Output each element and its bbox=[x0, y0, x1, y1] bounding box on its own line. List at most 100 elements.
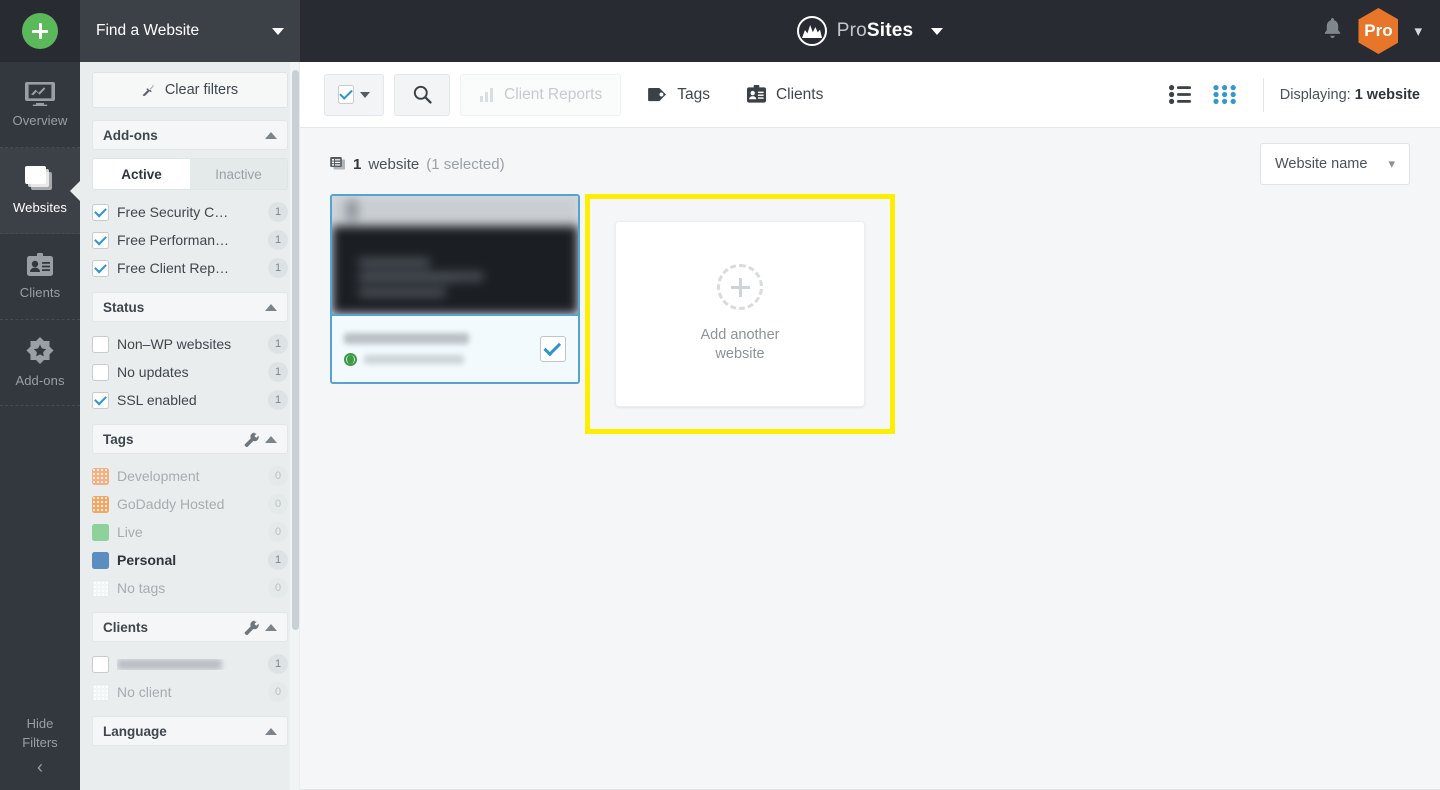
search-button[interactable] bbox=[394, 73, 450, 116]
list-view-icon bbox=[1168, 85, 1191, 104]
filter-item-tag-live[interactable]: Live 0 bbox=[92, 518, 288, 546]
section-title: Language bbox=[103, 723, 167, 739]
filter-item-no-client[interactable]: No client 0 bbox=[92, 678, 288, 706]
tag-color-swatch bbox=[92, 523, 109, 541]
addons-active-inactive-toggle: Active Inactive bbox=[92, 158, 288, 190]
clear-filters-label: Clear filters bbox=[164, 82, 239, 98]
filter-panel: Find a Website Clear filters Add-ons Act… bbox=[80, 0, 300, 790]
filter-item-label: SSL enabled bbox=[117, 392, 197, 408]
sidebar-item-websites[interactable]: Websites bbox=[0, 148, 80, 234]
filter-item-non-wp[interactable]: Non–WP websites 1 bbox=[92, 330, 288, 358]
checkbox-checked-icon[interactable] bbox=[92, 259, 109, 277]
filter-item-free-performance[interactable]: Free Performan… 1 bbox=[92, 226, 288, 254]
plus-icon bbox=[32, 23, 48, 39]
filter-item-client-redacted[interactable]: 1 bbox=[92, 650, 288, 678]
addons-toggle-inactive[interactable]: Inactive bbox=[190, 159, 287, 189]
add-new-button[interactable] bbox=[22, 13, 58, 49]
addons-toggle-active[interactable]: Active bbox=[93, 159, 190, 189]
caret-down-icon[interactable] bbox=[360, 91, 370, 98]
add-another-website-card[interactable]: Add another website bbox=[615, 221, 865, 407]
client-reports-label: Client Reports bbox=[504, 85, 603, 103]
website-thumbnail bbox=[332, 196, 578, 314]
view-controls: Displaying: 1 website bbox=[1159, 77, 1420, 112]
filter-section-header-language[interactable]: Language bbox=[92, 716, 288, 746]
tag-color-swatch bbox=[92, 467, 109, 485]
filter-item-count: 1 bbox=[268, 654, 288, 674]
checkbox-icon[interactable] bbox=[92, 655, 109, 673]
tags-label: Tags bbox=[677, 85, 710, 103]
filter-item-no-tags[interactable]: No tags 0 bbox=[92, 574, 288, 602]
checkbox-checked-icon[interactable] bbox=[338, 85, 354, 104]
filter-item-tag-godaddy-hosted[interactable]: GoDaddy Hosted 0 bbox=[92, 490, 288, 518]
content-header: 1 website (1 selected) Website name ▾ bbox=[330, 143, 1410, 185]
tag-color-swatch bbox=[92, 551, 109, 569]
clear-filters-button[interactable]: Clear filters bbox=[92, 72, 288, 108]
avatar[interactable]: Pro bbox=[1358, 8, 1399, 54]
globe-icon bbox=[344, 352, 357, 366]
websites-stack-icon bbox=[330, 157, 345, 170]
filter-scrollbar-thumb[interactable] bbox=[292, 70, 299, 630]
section-title: Add-ons bbox=[103, 127, 158, 143]
filter-item-label: GoDaddy Hosted bbox=[117, 496, 225, 512]
select-all-dropdown[interactable] bbox=[324, 73, 384, 116]
filter-item-count: 1 bbox=[268, 550, 288, 570]
sidebar-item-addons[interactable]: Add-ons bbox=[0, 320, 80, 406]
checkbox-icon[interactable] bbox=[92, 363, 109, 381]
clients-button[interactable]: Clients bbox=[736, 74, 833, 116]
addons-star-icon bbox=[26, 337, 54, 364]
sidebar-item-label: Overview bbox=[12, 113, 68, 128]
filter-item-free-client-reports[interactable]: Free Client Rep… 1 bbox=[92, 254, 288, 282]
tag-color-swatch bbox=[92, 495, 109, 513]
filter-section-header-addons[interactable]: Add-ons bbox=[92, 120, 288, 150]
filter-section-header-tags[interactable]: Tags bbox=[92, 424, 288, 454]
grid-view-button[interactable] bbox=[1203, 79, 1247, 110]
checkbox-checked-icon[interactable] bbox=[92, 391, 109, 409]
add-another-website-label: Add another website bbox=[700, 326, 779, 364]
add-label-line2: website bbox=[715, 346, 765, 362]
list-view-button[interactable] bbox=[1159, 79, 1203, 110]
caret-down-icon[interactable] bbox=[931, 27, 944, 35]
filter-item-count: 1 bbox=[268, 202, 288, 222]
website-url-row bbox=[344, 352, 530, 366]
wrench-icon[interactable] bbox=[244, 620, 259, 635]
filter-item-free-security[interactable]: Free Security C… 1 bbox=[92, 198, 288, 226]
client-badge-icon bbox=[746, 85, 766, 103]
avatar-label: Pro bbox=[1364, 21, 1393, 40]
checkbox-checked-icon[interactable] bbox=[92, 203, 109, 221]
filter-item-tag-personal[interactable]: Personal 1 bbox=[92, 546, 288, 574]
find-a-website-dropdown[interactable]: Find a Website bbox=[80, 0, 300, 62]
checkbox-icon[interactable] bbox=[92, 335, 109, 353]
website-select-checkbox[interactable] bbox=[540, 336, 566, 362]
notification-bell-icon[interactable] bbox=[1323, 18, 1342, 44]
tags-button[interactable]: Tags bbox=[637, 74, 720, 116]
checkbox-checked-icon[interactable] bbox=[92, 231, 109, 249]
sidebar-item-clients[interactable]: Clients bbox=[0, 234, 80, 320]
sort-dropdown[interactable]: Website name ▾ bbox=[1260, 143, 1410, 185]
website-card-footer bbox=[332, 314, 578, 382]
section-title: Clients bbox=[103, 619, 149, 635]
filter-item-count: 1 bbox=[268, 334, 288, 354]
website-card[interactable] bbox=[330, 194, 580, 384]
filter-section-header-clients[interactable]: Clients bbox=[92, 612, 288, 642]
filter-item-count: 1 bbox=[268, 362, 288, 382]
website-count: 1 website (1 selected) bbox=[330, 156, 505, 173]
website-grid: Add another website bbox=[330, 194, 1410, 434]
wrench-icon[interactable] bbox=[244, 432, 259, 447]
website-card-meta bbox=[344, 332, 530, 366]
caret-up-icon bbox=[265, 623, 277, 631]
filter-item-ssl-enabled[interactable]: SSL enabled 1 bbox=[92, 386, 288, 414]
client-reports-button[interactable]: Client Reports bbox=[460, 73, 622, 116]
thumbnail-blurred-preview bbox=[332, 196, 578, 314]
sidebar-item-overview[interactable]: Overview bbox=[0, 62, 80, 148]
hide-filters-button[interactable]: Hide Filters ‹ bbox=[0, 715, 80, 790]
dashed-plus-icon bbox=[717, 264, 763, 310]
monitor-chart-icon bbox=[25, 82, 55, 106]
filter-item-no-updates[interactable]: No updates 1 bbox=[92, 358, 288, 386]
chevron-down-icon[interactable]: ▾ bbox=[1414, 22, 1422, 40]
filter-item-count: 0 bbox=[268, 466, 288, 486]
filter-item-count: 0 bbox=[268, 578, 288, 598]
filter-item-tag-development[interactable]: Development 0 bbox=[92, 462, 288, 490]
filter-section-header-status[interactable]: Status bbox=[92, 292, 288, 322]
brand-dropdown[interactable]: ProSites bbox=[796, 16, 944, 46]
displaying-status: Displaying: 1 website bbox=[1280, 87, 1420, 103]
